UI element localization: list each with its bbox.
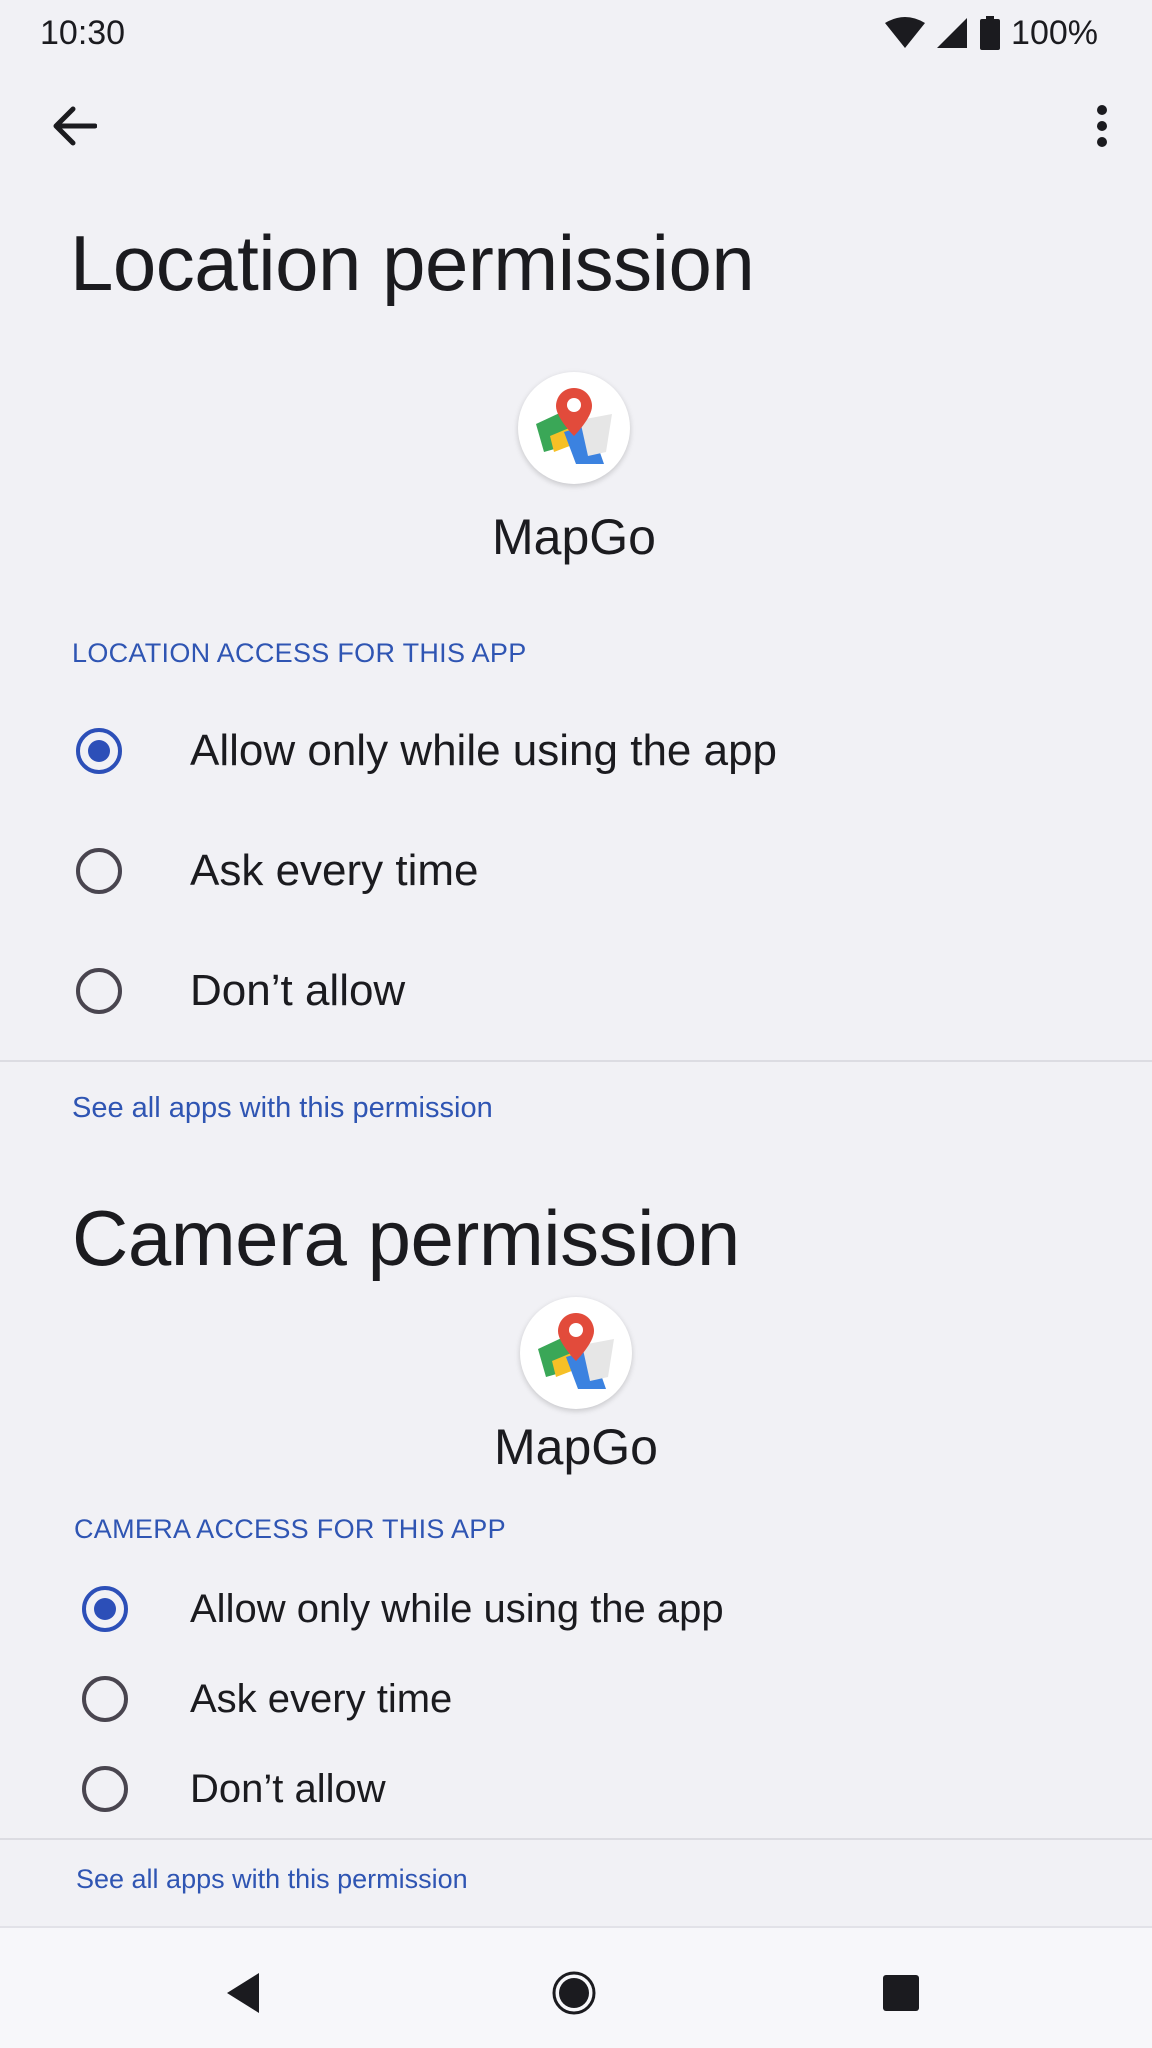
location-option-allow-while-using[interactable]: Allow only while using the app	[0, 706, 1152, 796]
option-label: Ask every time	[190, 1676, 453, 1721]
system-nav-bar	[0, 1926, 1152, 2048]
radio-button[interactable]	[76, 848, 122, 894]
app-name: MapGo	[492, 509, 656, 565]
status-icons: 100%	[885, 14, 1098, 53]
app-icon	[520, 1297, 632, 1409]
camera-option-ask-every-time[interactable]: Ask every time	[0, 1664, 1152, 1734]
radio-button[interactable]	[76, 728, 122, 774]
option-label: Don’t allow	[190, 1766, 386, 1811]
nav-back-button[interactable]	[198, 1948, 288, 2038]
app-name: MapGo	[494, 1419, 658, 1475]
more-vert-icon	[1097, 105, 1107, 147]
divider	[0, 1838, 1152, 1840]
camera-option-dont-allow[interactable]: Don’t allow	[0, 1754, 1152, 1824]
nav-recents-button[interactable]	[856, 1948, 946, 2038]
camera-access-header: CAMERA ACCESS FOR THIS APP	[74, 1514, 506, 1544]
nav-home-button[interactable]	[529, 1948, 619, 2038]
nav-back-icon	[227, 1973, 259, 2013]
location-access-header: LOCATION ACCESS FOR THIS APP	[72, 638, 527, 668]
option-label: Allow only while using the app	[190, 726, 778, 775]
more-options-button[interactable]	[1062, 86, 1142, 166]
status-time: 10:30	[40, 13, 126, 52]
camera-option-allow-while-using[interactable]: Allow only while using the app	[0, 1574, 1152, 1644]
map-pin-icon	[538, 1313, 614, 1389]
battery-icon	[980, 16, 1001, 50]
battery-percent: 100%	[1011, 13, 1098, 52]
nav-home-icon	[552, 1971, 596, 2015]
divider	[0, 1060, 1152, 1062]
status-bar: 10:30 100%	[0, 0, 1152, 66]
map-pin-icon	[536, 388, 612, 464]
camera-permission-title: Camera permission	[72, 1194, 740, 1282]
app-icon	[518, 372, 630, 484]
option-label: Ask every time	[190, 846, 479, 895]
option-label: Don’t allow	[190, 966, 406, 1015]
back-button[interactable]	[34, 86, 114, 166]
top-app-bar	[0, 86, 1152, 166]
location-option-dont-allow[interactable]: Don’t allow	[0, 946, 1152, 1036]
location-option-ask-every-time[interactable]: Ask every time	[0, 826, 1152, 916]
arrow-back-icon	[53, 106, 97, 146]
option-label: Allow only while using the app	[190, 1586, 724, 1631]
location-permission-title: Location permission	[70, 219, 755, 307]
see-all-apps-camera-link[interactable]: See all apps with this permission	[76, 1864, 468, 1895]
radio-button[interactable]	[76, 968, 122, 1014]
nav-recents-icon	[883, 1975, 919, 2011]
radio-button[interactable]	[82, 1676, 128, 1722]
cell-signal-icon	[937, 18, 968, 48]
see-all-apps-location-link[interactable]: See all apps with this permission	[72, 1092, 493, 1125]
radio-button[interactable]	[82, 1766, 128, 1812]
radio-button[interactable]	[82, 1586, 128, 1632]
wifi-icon	[885, 17, 926, 48]
